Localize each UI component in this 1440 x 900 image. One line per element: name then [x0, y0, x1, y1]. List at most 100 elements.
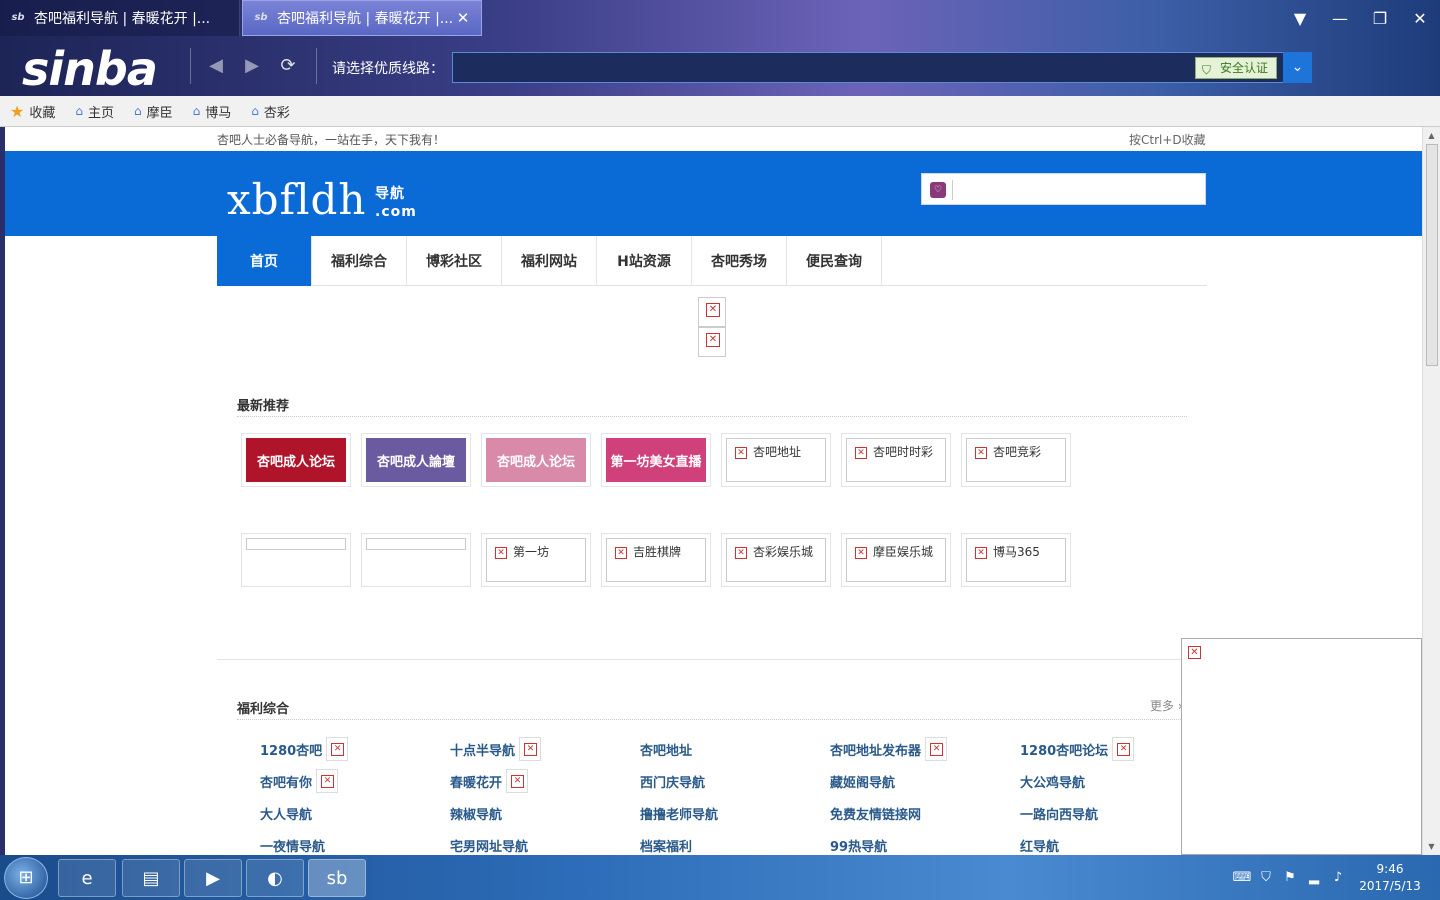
clock[interactable]: 9:46 2017/5/13 — [1350, 861, 1430, 895]
nav-item[interactable]: 杏吧秀场 — [692, 236, 787, 286]
tab-title: 杏吧福利导航 | 春暖花开 |... — [34, 11, 211, 27]
close-icon[interactable]: ✕ — [1400, 0, 1440, 36]
bookmark-item[interactable]: ⌂ 摩臣 — [134, 102, 173, 121]
site-link[interactable]: 大人导航 — [260, 804, 450, 823]
bookmark-label: 收藏 — [29, 105, 56, 121]
volume-icon[interactable]: ♪ — [1326, 870, 1350, 885]
top-strip: 杏吧人士必备导航，一站在手，天下我有！ 按Ctrl+D收藏 — [5, 127, 1422, 151]
site-link[interactable]: 99热导航 — [830, 836, 1020, 855]
recommend-card[interactable]: 杏吧成人论坛 — [241, 433, 351, 487]
maximize-icon[interactable]: ❐ — [1360, 0, 1400, 36]
site-link[interactable]: 免费友情链接网 — [830, 804, 1020, 823]
tab-1[interactable]: sb 杏吧福利导航 | 春暖花开 |... — [0, 0, 240, 36]
site-link-label: 大人导航 — [260, 807, 313, 823]
tab-close-icon[interactable]: ✕ — [455, 9, 471, 27]
explorer-icon[interactable]: ▤ — [122, 859, 180, 897]
site-link[interactable]: 杏吧地址 — [640, 740, 830, 759]
scroll-down-icon[interactable]: ▼ — [1423, 838, 1440, 855]
home-icon: ⌂ — [75, 104, 83, 118]
nav-item[interactable]: 博彩社区 — [407, 236, 502, 286]
recommend-card[interactable]: ✕ 杏吧地址 — [721, 433, 831, 487]
card-text: ✕ 杏彩娱乐城 — [726, 538, 826, 582]
security-icon[interactable]: ⛉ — [1254, 870, 1278, 885]
search-input[interactable]: ♡ — [921, 173, 1206, 205]
site-link-label: 档案福利 — [640, 839, 693, 855]
recommend-card[interactable] — [241, 533, 351, 587]
site-link[interactable]: 春暖花开 — [450, 769, 640, 793]
scroll-up-icon[interactable]: ▲ — [1423, 127, 1440, 144]
bookmark-item[interactable]: ⌂ 博马 — [193, 102, 232, 121]
app-icon[interactable]: ◐ — [246, 859, 304, 897]
recommend-card[interactable]: ✕ 博马365 — [961, 533, 1071, 587]
nav-item[interactable]: 福利综合 — [312, 236, 407, 286]
recommend-card[interactable]: ✕ 吉胜棋牌 — [601, 533, 711, 587]
bookmark-label: 主页 — [87, 105, 114, 121]
site-link[interactable]: 杏吧地址发布器 — [830, 737, 1020, 761]
ad-close-icon[interactable]: ✕ — [1188, 646, 1201, 659]
banner-image: 杏吧成人论坛 — [246, 438, 346, 482]
broken-image-icon — [519, 737, 542, 761]
bookmark-item[interactable]: ⌂ 主页 — [75, 102, 114, 121]
site-link-label: 99热导航 — [830, 839, 888, 855]
clock-time: 9:46 — [1376, 861, 1404, 876]
site-link[interactable]: 档案福利 — [640, 836, 830, 855]
network-status-icon[interactable]: ⚑ — [1278, 870, 1302, 885]
bookmark-hint[interactable]: 按Ctrl+D收藏 — [1129, 131, 1206, 148]
menu-icon[interactable]: ▼ — [1280, 0, 1320, 36]
recommend-card[interactable]: ✕ 第一坊 — [481, 533, 591, 587]
site-link-label: 红导航 — [1020, 839, 1060, 855]
recommend-card[interactable] — [361, 533, 471, 587]
start-button[interactable]: ⊞ — [4, 857, 48, 899]
search-engine-icon[interactable]: ♡ — [930, 182, 946, 198]
recommend-card[interactable]: 杏吧成人論壇 — [361, 433, 471, 487]
bookmark-label: 博马 — [205, 105, 232, 121]
forward-icon[interactable]: ▶ — [240, 54, 264, 78]
broken-image-icon: ✕ — [855, 547, 867, 559]
site-link[interactable]: 西门庆导航 — [640, 772, 830, 791]
recommend-card[interactable]: ✕ 杏吧竞彩 — [961, 433, 1071, 487]
clock-date: 2017/5/13 — [1359, 878, 1421, 893]
keyboard-icon[interactable]: ⌨ — [1230, 870, 1254, 885]
site-link-label: 1280杏吧 — [260, 743, 323, 759]
recommend-card[interactable]: ✕ 杏彩娱乐城 — [721, 533, 831, 587]
recommend-card[interactable]: ✕ 摩臣娱乐城 — [841, 533, 951, 587]
scroll-thumb[interactable] — [1426, 144, 1438, 366]
secure-badge[interactable]: ⛉ 安全认证 — [1194, 57, 1277, 79]
media-player-icon[interactable]: ▶ — [184, 859, 242, 897]
bookmark-item[interactable]: ★ 收藏 — [10, 102, 55, 121]
page-scrollbar[interactable]: ▲ ▼ — [1422, 127, 1440, 855]
nav-item[interactable]: H站资源 — [597, 236, 692, 286]
site-link[interactable]: 十点半导航 — [450, 737, 640, 761]
minimize-icon[interactable]: — — [1320, 0, 1360, 36]
site-link[interactable]: 藏姬阁导航 — [830, 772, 1020, 791]
link-row: 1280杏吧 十点半导航 杏吧地址 杏吧地址发布器 1280杏吧论坛 — [260, 733, 1210, 765]
ie-icon[interactable]: e — [58, 859, 116, 897]
refresh-icon[interactable]: ⟳ — [276, 54, 300, 78]
site-link[interactable]: 一夜情导航 — [260, 836, 450, 855]
tab-2[interactable]: sb 杏吧福利导航 | 春暖花开 |... ✕ — [242, 0, 482, 36]
recommend-card[interactable]: 杏吧成人论坛 — [481, 433, 591, 487]
sinba-taskbar-icon[interactable]: sb — [308, 859, 366, 897]
bookmark-item[interactable]: ⌂ 杏彩 — [251, 102, 290, 121]
site-link-label: 十点半导航 — [450, 743, 516, 759]
site-link[interactable]: 杏吧有你 — [260, 769, 450, 793]
back-icon[interactable]: ◀ — [204, 54, 228, 78]
top-slogan: 杏吧人士必备导航，一站在手，天下我有！ — [217, 133, 446, 147]
site-link[interactable]: 辣椒导航 — [450, 804, 640, 823]
site-link[interactable]: 撸撸老师导航 — [640, 804, 830, 823]
site-logo[interactable]: xbfldh 导航 .com — [227, 175, 416, 224]
address-bar[interactable]: ⛉ 安全认证 — [452, 52, 1284, 83]
address-dropdown-chevron-icon[interactable]: ⌄ — [1283, 52, 1312, 83]
nav-item[interactable]: 便民查询 — [787, 236, 882, 286]
recommend-card[interactable]: 第一坊美女直播 — [601, 433, 711, 487]
broken-image-icon — [698, 327, 726, 357]
signal-icon[interactable]: ▂ — [1302, 870, 1326, 885]
nav-item[interactable]: 首页 — [217, 236, 312, 286]
nav-item[interactable]: 福利网站 — [502, 236, 597, 286]
site-link[interactable]: 1280杏吧 — [260, 737, 450, 761]
site-link-label: 杏吧地址 — [640, 743, 693, 759]
site-link[interactable]: 宅男网址导航 — [450, 836, 640, 855]
site-logo-text: xbfldh — [227, 175, 367, 224]
site-link-label: 免费友情链接网 — [830, 807, 922, 823]
recommend-card[interactable]: ✕ 杏吧时时彩 — [841, 433, 951, 487]
